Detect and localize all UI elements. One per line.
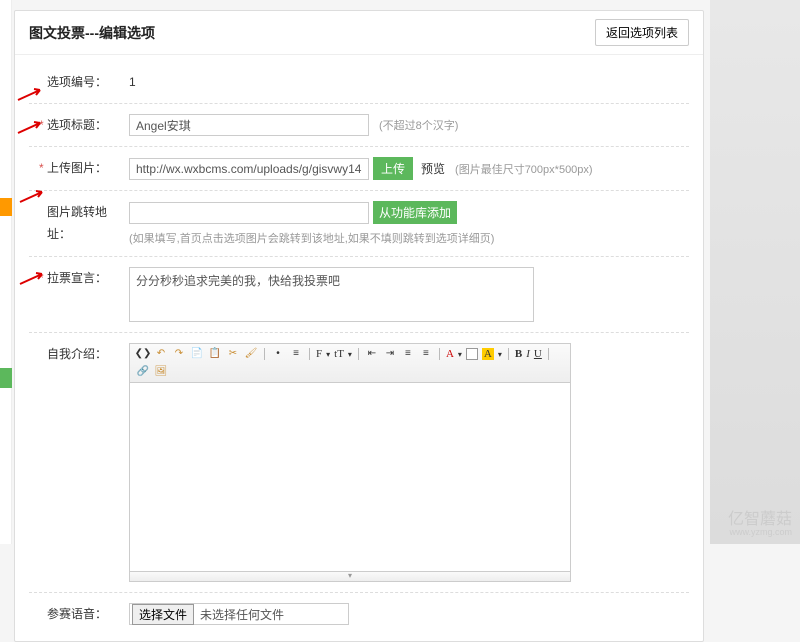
editor-resize-handle[interactable]: [130, 571, 570, 581]
source-icon[interactable]: ❮❯: [136, 347, 150, 361]
hint-upload-img: (图片最佳尺寸700px*500px): [455, 161, 593, 177]
row-audio: 参赛语音： 选择文件 未选择任何文件: [29, 597, 689, 631]
image-icon[interactable]: 🖼: [154, 365, 168, 379]
row-upload-img: 上传图片： 上传 预览 (图片最佳尺寸700px*500px): [29, 151, 689, 186]
file-status-text: 未选择任何文件: [200, 606, 284, 623]
add-from-lib-button[interactable]: 从功能库添加: [373, 201, 457, 224]
indent-icon[interactable]: ⇥: [383, 347, 397, 361]
preview-link[interactable]: 预览: [421, 160, 445, 177]
hint-option-title: (不超过8个汉字): [379, 117, 458, 133]
toolbar-separator: [548, 348, 549, 360]
redo-icon[interactable]: ↷: [172, 347, 186, 361]
label-jump-url: 图片跳转地址：: [29, 201, 129, 245]
row-slogan: 拉票宣言：: [29, 261, 689, 328]
input-upload-img[interactable]: [129, 158, 369, 180]
arrow-annotation: [16, 119, 46, 135]
toolbar-separator: [309, 348, 310, 360]
row-option-no: 选项编号： 1: [29, 65, 689, 99]
clean-icon[interactable]: ✂: [226, 347, 240, 361]
row-jump-url: 图片跳转地址： 从功能库添加 (如果填写,首页点击选项图片会跳转到该地址,如果不…: [29, 195, 689, 252]
font-family-icon[interactable]: F: [316, 348, 322, 360]
outdent-icon[interactable]: ⇤: [365, 347, 379, 361]
align-left-icon[interactable]: ≡: [401, 347, 415, 361]
paste-icon[interactable]: 📋: [208, 347, 222, 361]
label-intro: 自我介绍：: [29, 343, 129, 365]
watermark: 亿智蘑菇www.yzmg.com: [728, 511, 792, 538]
value-option-no: 1: [129, 71, 136, 93]
row-option-title: 选项标题： (不超过8个汉字): [29, 108, 689, 142]
align-center-icon[interactable]: ≡: [419, 347, 433, 361]
undo-icon[interactable]: ↶: [154, 347, 168, 361]
input-jump-url[interactable]: [129, 202, 369, 224]
format-icon[interactable]: 🖌: [244, 347, 258, 361]
divider: [29, 190, 689, 191]
arrow-annotation: [16, 86, 46, 102]
number-icon[interactable]: ≡: [289, 347, 303, 361]
divider: [29, 592, 689, 593]
file-input-wrap: 选择文件 未选择任何文件: [129, 603, 349, 625]
arrow-annotation: [18, 188, 48, 204]
arrow-annotation: [18, 270, 48, 286]
divider: [29, 332, 689, 333]
divider: [29, 146, 689, 147]
bold-icon[interactable]: B: [515, 348, 522, 360]
label-audio: 参赛语音：: [29, 603, 129, 625]
divider: [29, 103, 689, 104]
rich-editor: ❮❯ ↶ ↷ 📄 📋 ✂ 🖌 • ≡ F▾ tT▾: [129, 343, 571, 582]
form-panel: 图文投票---编辑选项 返回选项列表 选项编号： 1 选项标题： (不超过8个汉…: [14, 10, 704, 642]
hint-jump-url: (如果填写,首页点击选项图片会跳转到该地址,如果不填则跳转到选项详细页): [129, 230, 549, 246]
page-title: 图文投票---编辑选项: [29, 23, 155, 43]
editor-content[interactable]: [130, 383, 570, 571]
divider: [29, 256, 689, 257]
bullet-icon[interactable]: •: [271, 347, 285, 361]
toolbar-separator: [264, 348, 265, 360]
toolbar-separator: [358, 348, 359, 360]
row-intro: 自我介绍： ❮❯ ↶ ↷ 📄 📋 ✂ 🖌 • ≡: [29, 337, 689, 588]
side-marker: [0, 198, 12, 216]
label-upload-img: 上传图片：: [29, 157, 129, 179]
back-button[interactable]: 返回选项列表: [595, 19, 689, 46]
upload-button[interactable]: 上传: [373, 157, 413, 180]
toolbar-separator: [508, 348, 509, 360]
textarea-slogan[interactable]: [129, 267, 534, 322]
copy-icon[interactable]: 📄: [190, 347, 204, 361]
input-option-title[interactable]: [129, 114, 369, 136]
back-color-icon[interactable]: A: [482, 348, 494, 360]
background-strip: [710, 0, 800, 544]
editor-toolbar: ❮❯ ↶ ↷ 📄 📋 ✂ 🖌 • ≡ F▾ tT▾: [130, 344, 570, 383]
left-sidebar: [0, 0, 12, 544]
underline-icon[interactable]: U: [534, 348, 542, 360]
italic-icon[interactable]: I: [526, 348, 530, 360]
color-white-swatch[interactable]: [466, 348, 478, 360]
panel-header: 图文投票---编辑选项 返回选项列表: [15, 11, 703, 55]
link-icon[interactable]: 🔗: [136, 365, 150, 379]
form-body: 选项编号： 1 选项标题： (不超过8个汉字) 上传图片： 上传 预览 (图片最…: [15, 55, 703, 641]
choose-file-button[interactable]: 选择文件: [132, 604, 194, 625]
font-size-icon[interactable]: tT: [334, 348, 344, 360]
side-green-marker: [0, 368, 12, 388]
toolbar-separator: [439, 348, 440, 360]
fore-color-icon[interactable]: A: [446, 348, 454, 360]
